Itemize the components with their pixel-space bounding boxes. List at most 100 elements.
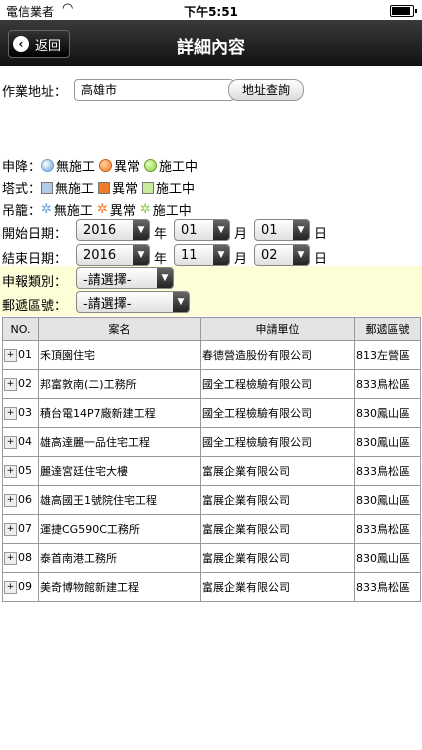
- year-unit: 年: [154, 252, 168, 267]
- option-abnormal[interactable]: 異常: [99, 156, 140, 175]
- chevron-down-icon: ▼: [173, 292, 189, 312]
- radio-green-icon: [144, 159, 158, 172]
- expand-plus-icon[interactable]: +: [4, 522, 17, 536]
- page-title: 詳細內容: [177, 38, 245, 58]
- day-unit: 日: [314, 227, 328, 242]
- option-none[interactable]: 無施工: [41, 178, 94, 197]
- row-zip: 833鳥松區: [354, 572, 421, 602]
- radio-orange-icon: [99, 159, 113, 172]
- month-unit: 月: [234, 227, 248, 242]
- row-unit: 富展企業有限公司: [200, 456, 355, 486]
- end-day-select[interactable]: 02 ▼: [254, 244, 310, 266]
- status-bar: 電信業者 ◠ 下午5:51: [0, 0, 422, 20]
- table-row[interactable]: +09 美奇博物館新建工程 富展企業有限公司 833鳥松區: [2, 572, 421, 602]
- expand-plus-icon[interactable]: +: [4, 377, 17, 391]
- start-month-select[interactable]: 01 ▼: [174, 219, 230, 241]
- option-none[interactable]: 無施工: [41, 156, 95, 175]
- address-search-button[interactable]: 地址查詢: [228, 79, 304, 101]
- option-working[interactable]: 施工中: [142, 178, 195, 197]
- table-row[interactable]: +07 運捷CG590C工務所 富展企業有限公司 833鳥松區: [2, 514, 421, 544]
- report-type-label: 申報類別：: [2, 275, 68, 290]
- postal-select[interactable]: -請選擇- ▼: [76, 291, 190, 313]
- option-none[interactable]: ✲ 無施工: [41, 200, 93, 219]
- row-zip: 833鳥松區: [354, 514, 421, 544]
- row-name: 麗達宮廷住宅大樓: [38, 456, 201, 486]
- expand-plus-icon[interactable]: +: [4, 551, 17, 565]
- start-day-select[interactable]: 01 ▼: [254, 219, 310, 241]
- row-no[interactable]: +04: [2, 427, 39, 457]
- row-zip: 830鳳山區: [354, 485, 421, 515]
- end-year-select[interactable]: 2016 ▼: [76, 244, 150, 266]
- expand-plus-icon[interactable]: +: [4, 406, 17, 420]
- header-unit: 申請單位: [200, 317, 355, 341]
- end-month-select[interactable]: 11 ▼: [174, 244, 230, 266]
- filter-diaolong-label: 吊籠：: [2, 204, 42, 219]
- row-unit: 國全工程檢驗有限公司: [200, 369, 355, 399]
- start-year-select[interactable]: 2016 ▼: [76, 219, 150, 241]
- table-row[interactable]: +02 邦富敦南(二)工務所 國全工程檢驗有限公司 833鳥松區: [2, 369, 421, 399]
- battery-icon: [390, 5, 417, 17]
- expand-plus-icon[interactable]: +: [4, 464, 17, 478]
- chevron-down-icon: ▼: [157, 268, 173, 288]
- table-row[interactable]: +06 雄高國王1號院住宅工程 富展企業有限公司 830鳳山區: [2, 485, 421, 515]
- row-no[interactable]: +01: [2, 340, 39, 370]
- chevron-down-icon: ▼: [133, 245, 149, 265]
- row-unit: 富展企業有限公司: [200, 485, 355, 515]
- option-working[interactable]: 施工中: [144, 156, 198, 175]
- row-no[interactable]: +03: [2, 398, 39, 428]
- square-orange-icon: [98, 181, 111, 194]
- start-date-label: 開始日期：: [2, 227, 68, 242]
- report-type-select[interactable]: -請選擇- ▼: [76, 267, 174, 289]
- address-label: 作業地址：: [2, 85, 68, 100]
- square-blue-icon: [41, 181, 54, 194]
- row-name: 邦富敦南(二)工務所: [38, 369, 201, 399]
- row-zip: 833鳥松區: [354, 456, 421, 486]
- expand-plus-icon[interactable]: +: [4, 493, 17, 507]
- option-abnormal[interactable]: ✲ 異常: [97, 200, 136, 219]
- table-row[interactable]: +03 積台電14P7廠新建工程 國全工程檢驗有限公司 830鳳山區: [2, 398, 421, 428]
- clock: 下午5:51: [184, 5, 238, 19]
- row-no[interactable]: +08: [2, 543, 39, 573]
- gear-green-icon: ✲: [139, 202, 151, 217]
- row-no[interactable]: +07: [2, 514, 39, 544]
- table-row[interactable]: +05 麗達宮廷住宅大樓 富展企業有限公司 833鳥松區: [2, 456, 421, 486]
- filter-diaolong: 吊籠： ✲ 無施工 ✲ 異常 ✲ 施工中: [2, 200, 196, 219]
- year-unit: 年: [154, 227, 168, 242]
- filter-tashi-label: 塔式：: [2, 182, 42, 197]
- row-no[interactable]: +06: [2, 485, 39, 515]
- table-row[interactable]: +04 雄高達麗一品住宅工程 國全工程檢驗有限公司 830鳳山區: [2, 427, 421, 457]
- gear-blue-icon: ✲: [41, 202, 52, 217]
- chevron-down-icon: ▼: [213, 220, 229, 240]
- row-name: 美奇博物館新建工程: [38, 572, 201, 602]
- table-row[interactable]: +01 禾頂園住宅 春德營造股份有限公司 813左營區: [2, 340, 421, 370]
- nav-bar: ‹ 返回 詳細內容: [0, 20, 422, 66]
- case-table: NO. 案名 申請單位 郵遞區號 +01 禾頂園住宅 春德營造股份有限公司 813左營…: [2, 317, 421, 602]
- gear-orange-icon: ✲: [96, 202, 108, 217]
- header-zip: 郵遞區號: [354, 317, 421, 341]
- table-row[interactable]: +08 泰首南港工務所 富展企業有限公司 830鳳山區: [2, 543, 421, 573]
- row-name: 泰首南港工務所: [38, 543, 201, 573]
- expand-plus-icon[interactable]: +: [4, 435, 17, 449]
- row-zip: 830鳳山區: [354, 427, 421, 457]
- day-unit: 日: [314, 252, 328, 267]
- row-name: 積台電14P7廠新建工程: [38, 398, 201, 428]
- option-abnormal[interactable]: 異常: [98, 178, 138, 197]
- expand-plus-icon[interactable]: +: [4, 348, 17, 362]
- option-working[interactable]: ✲ 施工中: [140, 200, 192, 219]
- expand-plus-icon[interactable]: +: [4, 580, 17, 594]
- chevron-down-icon: ▼: [133, 220, 149, 240]
- row-name: 雄高國王1號院住宅工程: [38, 485, 201, 515]
- chevron-down-icon: ▼: [293, 220, 309, 240]
- row-unit: 富展企業有限公司: [200, 543, 355, 573]
- row-no[interactable]: +05: [2, 456, 39, 486]
- row-no[interactable]: +09: [2, 572, 39, 602]
- filter-shenjiang: 申降： 無施工 異常 施工中: [2, 156, 202, 175]
- row-no[interactable]: +02: [2, 369, 39, 399]
- filter-tashi: 塔式： 無施工 異常 施工中: [2, 178, 199, 197]
- row-zip: 833鳥松區: [354, 369, 421, 399]
- row-zip: 813左營區: [354, 340, 421, 370]
- end-date-label: 結束日期：: [2, 252, 68, 267]
- chevron-down-icon: ▼: [293, 245, 309, 265]
- month-unit: 月: [234, 252, 248, 267]
- address-input[interactable]: 高雄市: [74, 79, 234, 101]
